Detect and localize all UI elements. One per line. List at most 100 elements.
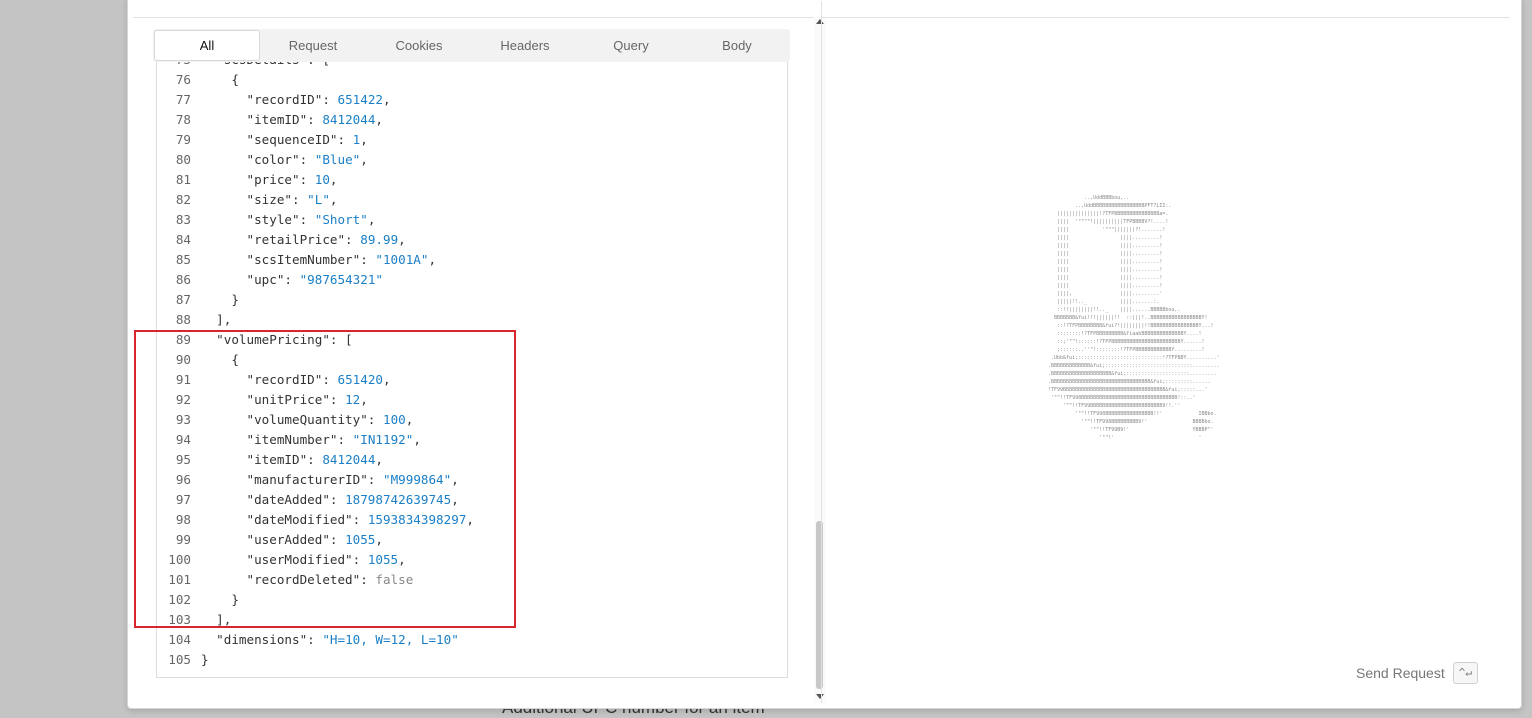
line-content: "userModified": 1055, bbox=[201, 552, 406, 567]
line-content: "retailPrice": 89.99, bbox=[201, 232, 406, 247]
line-content: "scsItemNumber": "1001A", bbox=[201, 252, 437, 267]
code-line: 76 { bbox=[157, 70, 787, 90]
line-content: "price": 10, bbox=[201, 172, 338, 187]
line-content: "volumePricing": [ bbox=[201, 332, 353, 347]
line-content: "dateAdded": 18798742639745, bbox=[201, 492, 459, 507]
line-number: 105 bbox=[168, 652, 191, 667]
code-line: 103 ], bbox=[157, 610, 787, 630]
code-line: 102 } bbox=[157, 590, 787, 610]
line-number: 75 bbox=[157, 62, 201, 70]
vertical-scrollbar[interactable] bbox=[814, 17, 826, 703]
send-request-button[interactable]: Send Request bbox=[1356, 665, 1445, 681]
code-line: 99 "userAdded": 1055, bbox=[157, 530, 787, 550]
line-content: } bbox=[201, 592, 239, 607]
line-content: "recordDeleted": false bbox=[201, 572, 414, 587]
code-line: 92 "unitPrice": 12, bbox=[157, 390, 787, 410]
line-content: "unitPrice": 12, bbox=[201, 392, 368, 407]
request-response-modal: All Request Cookies Headers Query Body 7… bbox=[127, 0, 1522, 709]
tab-headers[interactable]: Headers bbox=[472, 29, 578, 62]
line-number: 83 bbox=[175, 212, 191, 227]
send-request-row[interactable]: Send Request ^↵ bbox=[1356, 662, 1478, 684]
line-number: 101 bbox=[168, 572, 191, 587]
line-content: { bbox=[201, 72, 239, 87]
line-number: 81 bbox=[175, 172, 191, 187]
line-number: 91 bbox=[175, 372, 191, 387]
line-number: 78 bbox=[175, 112, 191, 127]
code-line: 80 "color": "Blue", bbox=[157, 150, 787, 170]
line-content: "style": "Short", bbox=[201, 212, 376, 227]
line-content: "upc": "987654321" bbox=[201, 272, 383, 287]
line-content: "dimensions": "H=10, W=12, L=10" bbox=[201, 632, 459, 647]
tab-cookies[interactable]: Cookies bbox=[366, 29, 472, 62]
line-number: 80 bbox=[175, 152, 191, 167]
code-line: 94 "itemNumber": "IN1192", bbox=[157, 430, 787, 450]
code-line: 96 "manufacturerID": "M999864", bbox=[157, 470, 787, 490]
code-line: 86 "upc": "987654321" bbox=[157, 270, 787, 290]
line-content: "size": "L", bbox=[201, 192, 338, 207]
line-number: 102 bbox=[168, 592, 191, 607]
line-content: "dateModified": 1593834398297, bbox=[201, 512, 474, 527]
code-line: 91 "recordID": 651420, bbox=[157, 370, 787, 390]
line-number: 103 bbox=[168, 612, 191, 627]
code-line: 105} bbox=[157, 650, 787, 670]
code-line: 88 ], bbox=[157, 310, 787, 330]
panel-divider bbox=[821, 1, 822, 703]
line-number: 84 bbox=[175, 232, 191, 247]
line-number: 86 bbox=[175, 272, 191, 287]
tab-all[interactable]: All bbox=[154, 30, 260, 61]
code-line: 82 "size": "L", bbox=[157, 190, 787, 210]
response-panel-top-strip bbox=[133, 1, 821, 18]
code-line: 95 "itemID": 8412044, bbox=[157, 450, 787, 470]
line-number: 100 bbox=[168, 552, 191, 567]
line-content: "itemID": 8412044, bbox=[201, 452, 383, 467]
tab-body[interactable]: Body bbox=[684, 29, 790, 62]
line-number: 96 bbox=[175, 472, 191, 487]
line-number: 79 bbox=[175, 132, 191, 147]
code-line: 77 "recordID": 651422, bbox=[157, 90, 787, 110]
line-number: 77 bbox=[175, 92, 191, 107]
code-line: 83 "style": "Short", bbox=[157, 210, 787, 230]
tab-request[interactable]: Request bbox=[260, 29, 366, 62]
line-number: 92 bbox=[175, 392, 191, 407]
line-number: 104 bbox=[168, 632, 191, 647]
line-number: 89 bbox=[175, 332, 191, 347]
json-code-viewer[interactable]: 75 "scsDetails": [76 {77 "recordID": 651… bbox=[156, 62, 788, 678]
line-content: "manufacturerID": "M999864", bbox=[201, 472, 459, 487]
response-tabs: All Request Cookies Headers Query Body bbox=[153, 29, 790, 62]
code-line: 98 "dateModified": 1593834398297, bbox=[157, 510, 787, 530]
code-line: 93 "volumeQuantity": 100, bbox=[157, 410, 787, 430]
line-content: "scsDetails": [ bbox=[201, 62, 330, 67]
line-number: 76 bbox=[175, 72, 191, 87]
preview-panel-top-strip bbox=[822, 1, 1510, 18]
code-line: 87 } bbox=[157, 290, 787, 310]
code-line: 101 "recordDeleted": false bbox=[157, 570, 787, 590]
line-content: "color": "Blue", bbox=[201, 152, 368, 167]
code-lines: 75 "scsDetails": [76 {77 "recordID": 651… bbox=[157, 62, 787, 670]
line-content: "sequenceID": 1, bbox=[201, 132, 368, 147]
line-content: ], bbox=[201, 612, 232, 627]
line-content: } bbox=[201, 292, 239, 307]
line-content: "userAdded": 1055, bbox=[201, 532, 383, 547]
scroll-up-arrow-icon[interactable] bbox=[816, 19, 824, 24]
code-line: 78 "itemID": 8412044, bbox=[157, 110, 787, 130]
scroll-down-arrow-icon[interactable] bbox=[816, 694, 824, 699]
keyboard-shortcut-badge: ^↵ bbox=[1452, 662, 1478, 684]
line-content: { bbox=[201, 352, 239, 367]
line-content: "volumeQuantity": 100, bbox=[201, 412, 414, 427]
tab-query[interactable]: Query bbox=[578, 29, 684, 62]
line-content: ], bbox=[201, 312, 232, 327]
line-content: "itemID": 8412044, bbox=[201, 112, 383, 127]
code-line: 85 "scsItemNumber": "1001A", bbox=[157, 250, 787, 270]
line-number: 85 bbox=[175, 252, 191, 267]
code-line: 75 "scsDetails": [ bbox=[157, 62, 787, 70]
code-line: 97 "dateAdded": 18798742639745, bbox=[157, 490, 787, 510]
line-number: 82 bbox=[175, 192, 191, 207]
code-line: 89 "volumePricing": [ bbox=[157, 330, 787, 350]
code-line: 79 "sequenceID": 1, bbox=[157, 130, 787, 150]
line-number: 99 bbox=[175, 532, 191, 547]
code-line: 84 "retailPrice": 89.99, bbox=[157, 230, 787, 250]
code-line: 90 { bbox=[157, 350, 787, 370]
code-line: 104 "dimensions": "H=10, W=12, L=10" bbox=[157, 630, 787, 650]
line-number: 98 bbox=[175, 512, 191, 527]
line-number: 95 bbox=[175, 452, 191, 467]
